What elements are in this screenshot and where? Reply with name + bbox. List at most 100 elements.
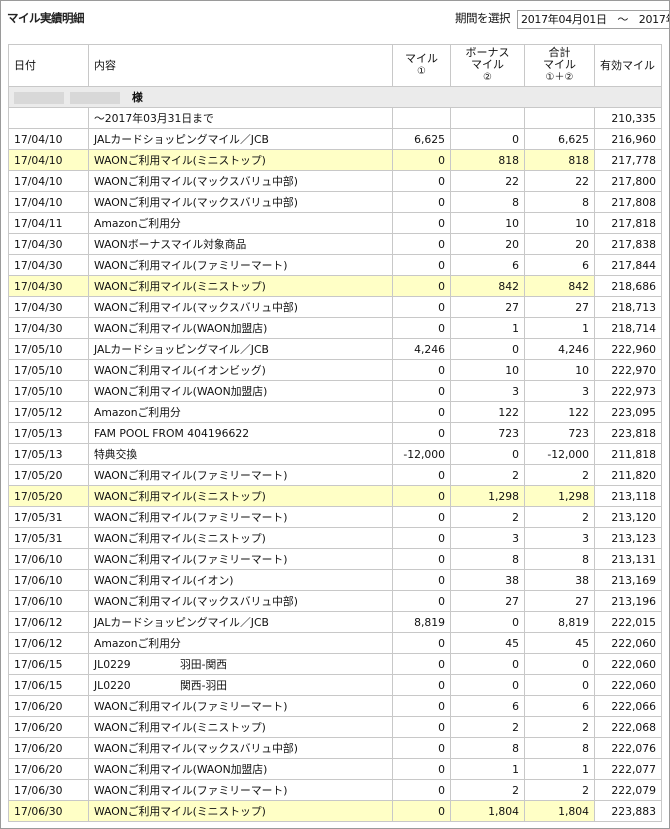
- cell-mile: 0: [392, 254, 451, 276]
- cell-description: WAONご利用マイル(イオン): [88, 569, 393, 591]
- table-row: 17/05/13 FAM POOL FROM 404196622 0 723 723 22…: [8, 422, 662, 444]
- cell-date: 17/06/30: [8, 800, 89, 822]
- cell-balance: 213,118: [594, 485, 662, 507]
- cell-description: Amazonご利用分: [88, 632, 393, 654]
- flight-route: 関西-羽田: [180, 679, 228, 692]
- cell-mile: [392, 107, 451, 129]
- cell-date: 17/04/30: [8, 317, 89, 339]
- cell-bonus-mile: 10: [450, 359, 525, 381]
- cell-date: 17/06/20: [8, 695, 89, 717]
- cell-total-mile: 8: [524, 191, 595, 213]
- cell-mile: 0: [392, 191, 451, 213]
- cell-mile: 0: [392, 800, 451, 822]
- table-header-row: 日付 内容 マイル ① ボーナス マイル ② 合計 マイル ①＋② 有効マイル: [8, 44, 662, 87]
- cell-description: WAONボーナスマイル対象商品: [88, 233, 393, 255]
- cell-description: WAONご利用マイル(WAON加盟店): [88, 317, 393, 339]
- cell-total-mile: 8: [524, 737, 595, 759]
- cell-balance: 222,079: [594, 779, 662, 801]
- cell-balance: 222,015: [594, 611, 662, 633]
- cell-total-mile: 27: [524, 296, 595, 318]
- cell-mile: 0: [392, 590, 451, 612]
- cell-bonus-mile: 45: [450, 632, 525, 654]
- cell-total-mile: 2: [524, 506, 595, 528]
- table-row: 17/05/31 WAONご利用マイル(ファミリーマート) 0 2 2 213,120: [8, 506, 662, 528]
- cell-total-mile: 842: [524, 275, 595, 297]
- cell-bonus-mile: 27: [450, 590, 525, 612]
- cell-mile: 0: [392, 779, 451, 801]
- cell-mile: 0: [392, 359, 451, 381]
- table-row: 17/05/20 WAONご利用マイル(ミニストップ) 0 1,298 1,298 213…: [8, 485, 662, 507]
- cell-balance: 217,818: [594, 212, 662, 234]
- cell-date: 17/05/31: [8, 506, 89, 528]
- col-header-balance: 有効マイル: [594, 44, 662, 87]
- cell-total-mile: -12,000: [524, 443, 595, 465]
- cell-bonus-mile: 22: [450, 170, 525, 192]
- cell-mile: 0: [392, 506, 451, 528]
- table-row: 17/06/15 JL0220 関西-羽田 0 0 0 222,060: [8, 674, 662, 696]
- member-name-cell: 様: [8, 86, 662, 108]
- cell-bonus-mile: 1,804: [450, 800, 525, 822]
- cell-total-mile: 22: [524, 170, 595, 192]
- redacted-name-block: [14, 92, 64, 104]
- table-row: 17/04/30 WAONご利用マイル(ファミリーマート) 0 6 6 217,844: [8, 254, 662, 276]
- cell-balance: 222,973: [594, 380, 662, 402]
- cell-mile: 0: [392, 737, 451, 759]
- cell-total-mile: 27: [524, 590, 595, 612]
- table-row: 17/04/10 WAONご利用マイル(マックスバリュ中部) 0 8 8 217,808: [8, 191, 662, 213]
- cell-balance: 222,060: [594, 674, 662, 696]
- cell-description: WAONご利用マイル(ファミリーマート): [88, 779, 393, 801]
- table-row: 17/04/10 WAONご利用マイル(ミニストップ) 0 818 818 217,778: [8, 149, 662, 171]
- col-header-total-label2: マイル: [543, 58, 576, 71]
- cell-balance: 218,686: [594, 275, 662, 297]
- cell-balance: 217,778: [594, 149, 662, 171]
- cell-description: WAONご利用マイル(ファミリーマート): [88, 695, 393, 717]
- cell-balance: 222,077: [594, 758, 662, 780]
- cell-balance: 210,335: [594, 107, 662, 129]
- cell-date: 17/05/10: [8, 338, 89, 360]
- cell-description: WAONご利用マイル(マックスバリュ中部): [88, 170, 393, 192]
- cell-balance: 213,196: [594, 590, 662, 612]
- cell-date: 17/06/12: [8, 632, 89, 654]
- table-row: 17/04/10 WAONご利用マイル(マックスバリュ中部) 0 22 22 217,80…: [8, 170, 662, 192]
- table-row: 17/06/12 JALカードショッピングマイル／JCB 8,819 0 8,819 22…: [8, 611, 662, 633]
- table-row: 17/06/10 WAONご利用マイル(イオン) 0 38 38 213,169: [8, 569, 662, 591]
- cell-description: JALカードショッピングマイル／JCB: [88, 338, 393, 360]
- table-row: 17/04/10 JALカードショッピングマイル／JCB 6,625 0 6,625 21…: [8, 128, 662, 150]
- table-row: 17/05/31 WAONご利用マイル(ミニストップ) 0 3 3 213,123: [8, 527, 662, 549]
- table-row: 17/06/10 WAONご利用マイル(ファミリーマート) 0 8 8 213,131: [8, 548, 662, 570]
- cell-date: 17/06/20: [8, 737, 89, 759]
- cell-description: WAONご利用マイル(ミニストップ): [88, 800, 393, 822]
- period-select-field[interactable]: 2017年04月01日 〜 2017年: [517, 10, 669, 29]
- cell-date: 17/04/30: [8, 233, 89, 255]
- cell-description: FAM POOL FROM 404196622: [88, 422, 393, 444]
- cell-bonus-mile: 10: [450, 212, 525, 234]
- col-header-mile: マイル ①: [392, 44, 451, 87]
- cell-balance: 211,820: [594, 464, 662, 486]
- table-row: 17/05/13 特典交換 -12,000 0 -12,000 211,818: [8, 443, 662, 465]
- cell-balance: 211,818: [594, 443, 662, 465]
- cell-bonus-mile: 3: [450, 380, 525, 402]
- cell-bonus-mile: 6: [450, 254, 525, 276]
- cell-description: WAONご利用マイル(マックスバリュ中部): [88, 191, 393, 213]
- cell-balance: 218,713: [594, 296, 662, 318]
- cell-bonus-mile: 6: [450, 695, 525, 717]
- cell-bonus-mile: 8: [450, 191, 525, 213]
- cell-bonus-mile: 8: [450, 737, 525, 759]
- cell-date: 17/06/20: [8, 758, 89, 780]
- cell-description: JL0229 羽田-関西: [88, 653, 393, 675]
- cell-balance: 222,970: [594, 359, 662, 381]
- page-title: マイル実績明細: [7, 11, 85, 25]
- cell-balance: 217,844: [594, 254, 662, 276]
- table-row: 17/04/30 WAONご利用マイル(マックスバリュ中部) 0 27 27 218,71…: [8, 296, 662, 318]
- cell-description: JALカードショッピングマイル／JCB: [88, 611, 393, 633]
- cell-date: 17/06/10: [8, 590, 89, 612]
- cell-total-mile: 818: [524, 149, 595, 171]
- cell-balance: 217,808: [594, 191, 662, 213]
- cell-description: WAONご利用マイル(マックスバリュ中部): [88, 737, 393, 759]
- cell-total-mile: 6: [524, 695, 595, 717]
- cell-mile: 8,819: [392, 611, 451, 633]
- table-row: 17/04/30 WAONご利用マイル(WAON加盟店) 0 1 1 218,714: [8, 317, 662, 339]
- cell-mile: 0: [392, 275, 451, 297]
- cell-bonus-mile: 818: [450, 149, 525, 171]
- cell-mile: 0: [392, 674, 451, 696]
